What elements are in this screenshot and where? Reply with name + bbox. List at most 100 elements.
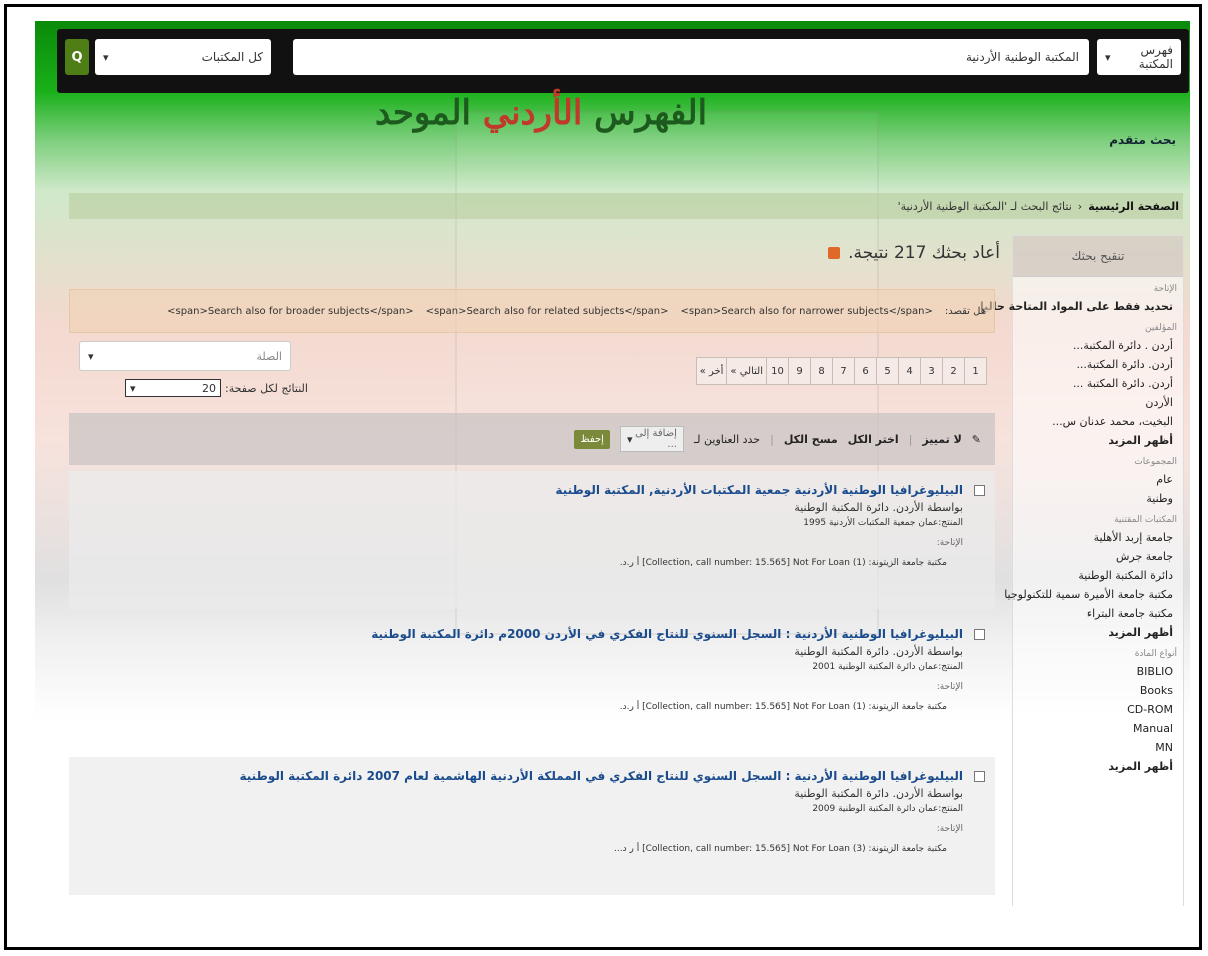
facet-item-library[interactable]: دائرة المكتبة الوطنية [1013, 566, 1183, 585]
facet-item-collection[interactable]: وطنية [1013, 489, 1183, 508]
per-page-value: 20 [202, 381, 216, 395]
facet-group-collections: المجموعات [1134, 457, 1177, 467]
sort-select[interactable]: الصلة ▾ [79, 341, 291, 371]
libraries-show-more[interactable]: أظهر المزيد [1013, 623, 1183, 642]
facet-item-library[interactable]: جامعة إربد الأهلية [1013, 528, 1183, 547]
breadcrumb: الصفحة الرئيسية ‹ نتائج البحث لـ 'المكتب… [69, 193, 1183, 219]
page-link[interactable]: 1 [964, 357, 987, 385]
facet-group-libraries: المكتبات المقتنية [1114, 515, 1177, 525]
result-checkbox[interactable] [974, 485, 985, 496]
result-publisher: المنتج:عمان دائرة المكتبة الوطنية 2009 [812, 804, 963, 814]
authors-show-more[interactable]: أظهر المزيد [1013, 431, 1183, 450]
refine-header: تنقيح بحثك [1013, 236, 1183, 277]
site-logo[interactable]: الفهرس الأردني الموحد [375, 93, 707, 133]
facet-item-type[interactable]: CD-ROM [1013, 700, 1183, 719]
facet-item-type[interactable]: MN [1013, 738, 1183, 757]
per-page-select[interactable]: 20 ▾ [125, 379, 221, 397]
facet-item-author[interactable]: أردن. دائرة المكتبة ... [1013, 374, 1183, 393]
clear-all-link[interactable]: مسح الكل [784, 433, 838, 446]
advanced-search-link[interactable]: بحث متقدم [1109, 133, 1176, 147]
next-page-link[interactable]: التالي » [726, 357, 767, 385]
result-checkbox[interactable] [974, 629, 985, 640]
breadcrumb-current[interactable]: نتائج البحث لـ 'المكتبة الوطنية الأردنية… [898, 200, 1072, 213]
facet-item-type[interactable]: Manual [1013, 719, 1183, 738]
page-link[interactable]: 10 [766, 357, 789, 385]
last-page-link[interactable]: أخر » [695, 357, 728, 385]
page-link[interactable]: 2 [942, 357, 965, 385]
library-select[interactable]: كل المكتبات ▾ [95, 39, 271, 75]
result-publisher: المنتج:عمان جمعية المكتبات الأردنية 1995 [803, 518, 963, 528]
logo-part-3: الموحد [375, 93, 471, 133]
logo-part-2: الأردني [482, 93, 583, 133]
did-you-mean-link[interactable]: <span>Search also for broader subjects</… [167, 306, 414, 317]
add-to-select[interactable]: إضافة إلى ... ▾ [619, 426, 684, 452]
page-background: فهرس المكتبة ▾ المكتبة الوطنية الأردنية … [35, 21, 1190, 906]
search-input[interactable]: المكتبة الوطنية الأردنية [293, 39, 1089, 75]
facet-item-author[interactable]: الأردن [1013, 393, 1183, 412]
per-page-control: النتائج لكل صفحة: 20 ▾ [125, 379, 308, 397]
result-title[interactable]: البيليوغرافيا الوطنية الأردنية : السجل ا… [69, 769, 981, 783]
facet-group-types: أنواع المادة [1134, 649, 1177, 659]
facet-item-library[interactable]: جامعة جرش [1013, 547, 1183, 566]
facet-item-type[interactable]: BIBLIO [1013, 662, 1183, 681]
result-item: البيليوغرافيا الوطنية الأردنية : السجل ا… [69, 615, 995, 753]
result-availability-label: الإتاحة: [936, 538, 963, 548]
result-location: مكتبة جامعة الزيتونة: (1) Collection, ca… [619, 702, 947, 712]
chevron-down-icon: ▾ [1105, 50, 1111, 64]
unhighlight-link[interactable]: لا تمييز [922, 433, 961, 446]
facet-item-type[interactable]: Books [1013, 681, 1183, 700]
facet-item-author[interactable]: أردن . دائرة المكتبة... [1013, 336, 1183, 355]
pencil-icon: ✎ [971, 432, 981, 446]
catalog-select[interactable]: فهرس المكتبة ▾ [1097, 39, 1181, 75]
chevron-down-icon: ▾ [130, 381, 136, 395]
result-author: بواسطة الأردن. دائرة المكتبة الوطنية [794, 645, 963, 658]
facet-item-author[interactable]: أردن. دائرة المكتبة... [1013, 355, 1183, 374]
search-bar: فهرس المكتبة ▾ المكتبة الوطنية الأردنية … [57, 29, 1189, 93]
pagination: 1 2 3 4 5 6 7 8 9 10 التالي » أخر » [695, 357, 987, 385]
results-count-text: أعاد بحثك 217 نتيجة. [848, 243, 1000, 263]
logo-part-1: الفهرس [594, 93, 708, 133]
page-link[interactable]: 3 [920, 357, 943, 385]
select-all-link[interactable]: اختر الكل [848, 433, 899, 446]
toolbar-divider: | [908, 432, 913, 446]
search-button[interactable]: Q [65, 39, 89, 75]
breadcrumb-home[interactable]: الصفحة الرئيسية [1088, 200, 1179, 213]
result-title[interactable]: البيليوغرافيا الوطنية الأردنية : السجل ا… [69, 627, 981, 641]
result-author: بواسطة الأردن. دائرة المكتبة الوطنية [794, 787, 963, 800]
page-link[interactable]: 4 [898, 357, 921, 385]
facet-group-availability: الإتاحة [1153, 284, 1177, 294]
select-titles-label: حدد العناوين لـ [693, 432, 761, 446]
page-link[interactable]: 8 [810, 357, 833, 385]
pagination-row: 1 2 3 4 5 6 7 8 9 10 التالي » أخر » الصل… [69, 339, 995, 407]
did-you-mean-link[interactable]: <span>Search also for related subjects</… [426, 306, 669, 317]
did-you-mean-label: هل تقصد: [944, 305, 986, 317]
result-author: بواسطة الأردن. دائرة المكتبة الوطنية [794, 501, 963, 514]
chevron-down-icon: ▾ [88, 349, 94, 363]
save-button[interactable]: إحفظ [574, 429, 610, 449]
page-link[interactable]: 5 [876, 357, 899, 385]
facet-item-collection[interactable]: عام [1013, 470, 1183, 489]
add-to-label: إضافة إلى ... [635, 428, 677, 450]
page-link[interactable]: 6 [854, 357, 877, 385]
facet-item-library[interactable]: مكتبة جامعة الأميرة سمية للتكنولوجيا [1004, 585, 1183, 604]
chevron-down-icon: ▾ [626, 432, 633, 446]
facet-item-availability[interactable]: تحديد فقط على المواد المتاحة حاليا [980, 297, 1183, 316]
did-you-mean: هل تقصد: <span>Search also for narrower … [69, 289, 995, 333]
page-link[interactable]: 7 [832, 357, 855, 385]
search-icon: Q [71, 49, 83, 65]
types-show-more[interactable]: أظهر المزيد [1013, 757, 1183, 776]
result-title[interactable]: البيليوغرافيا الوطنية الأردنية جمعية الم… [69, 483, 981, 497]
result-item: البيليوغرافيا الوطنية الأردنية : السجل ا… [69, 757, 995, 895]
catalog-select-label: فهرس المكتبة [1138, 43, 1173, 71]
screenshot-frame: فهرس المكتبة ▾ المكتبة الوطنية الأردنية … [4, 4, 1202, 950]
result-availability-label: الإتاحة: [936, 682, 963, 692]
result-location: مكتبة جامعة الزيتونة: (3) Collection, ca… [614, 844, 947, 854]
page-link[interactable]: 9 [788, 357, 811, 385]
library-select-label: كل المكتبات [201, 50, 263, 64]
facet-item-author[interactable]: البخيت، محمد عدنان س... [1013, 412, 1183, 431]
did-you-mean-link[interactable]: <span>Search also for narrower subjects<… [681, 306, 933, 317]
result-checkbox[interactable] [974, 771, 985, 782]
result-location: مكتبة جامعة الزيتونة: (1) Collection, ca… [619, 558, 947, 568]
facet-item-library[interactable]: مكتبة جامعة البتراء [1013, 604, 1183, 623]
rss-icon[interactable] [828, 247, 841, 259]
